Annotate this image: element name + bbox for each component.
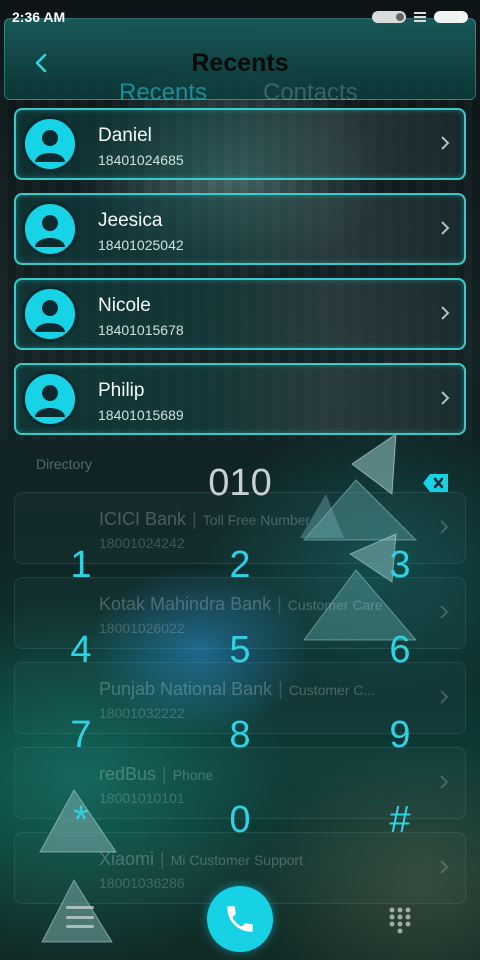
backspace-button[interactable] [422, 472, 450, 494]
contact-name: Philip [98, 380, 145, 401]
key-star[interactable]: * [41, 785, 121, 855]
avatar [22, 286, 78, 342]
person-icon [35, 215, 65, 247]
directory-subtitle: Toll Free Number [202, 512, 311, 528]
key-9[interactable]: 9 [360, 700, 440, 770]
separator: | [160, 849, 165, 869]
contact-name: Nicole [98, 295, 151, 316]
contact-name: Jeesica [98, 210, 163, 231]
directory-name: ICICI Bank | Toll Free Number [99, 509, 310, 530]
key-hash[interactable]: # [360, 785, 440, 855]
avatar [22, 201, 78, 257]
avatar [22, 371, 78, 427]
menu-icon [66, 906, 94, 909]
key-5[interactable]: 5 [200, 615, 280, 685]
separator: | [162, 764, 167, 784]
tab-contacts[interactable]: Contacts [263, 79, 358, 107]
key-4[interactable]: 4 [41, 615, 121, 685]
menu-button[interactable] [66, 906, 94, 928]
call-button[interactable] [207, 886, 273, 952]
battery-icon [434, 11, 468, 23]
toggle-status-icon [372, 11, 406, 23]
chevron-right-icon [441, 221, 450, 235]
contact-name: Daniel [98, 125, 152, 146]
tab-recents[interactable]: Recents [119, 79, 207, 107]
key-3[interactable]: 3 [360, 530, 440, 600]
chevron-right-icon [440, 775, 449, 789]
key-1[interactable]: 1 [41, 530, 121, 600]
backspace-icon [423, 474, 448, 492]
chevron-right-icon [440, 690, 449, 704]
phone-icon [227, 906, 253, 932]
chevron-right-icon [440, 520, 449, 534]
contact-number: 18401015678 [98, 322, 184, 338]
key-6[interactable]: 6 [360, 615, 440, 685]
key-7[interactable]: 7 [41, 700, 121, 770]
status-icons [372, 11, 468, 23]
person-icon [35, 300, 65, 332]
chevron-right-icon [441, 136, 450, 150]
menu-icon [66, 915, 94, 919]
contact-row[interactable]: Jeesica 18401025042 [14, 193, 466, 265]
key-8[interactable]: 8 [200, 700, 280, 770]
status-bar: 2:36 AM [0, 0, 480, 34]
dial-input-display[interactable]: 010 [0, 462, 480, 505]
contact-number: 18401024685 [98, 152, 184, 168]
person-icon [35, 130, 65, 162]
recent-contacts-list: Daniel 18401024685 Jeesica 18401025042 N… [14, 108, 466, 448]
separator: | [192, 509, 197, 529]
chevron-right-icon [440, 605, 449, 619]
chevron-right-icon [441, 306, 450, 320]
contact-row[interactable]: Daniel 18401024685 [14, 108, 466, 180]
avatar [22, 116, 78, 172]
chevron-right-icon [441, 391, 450, 405]
directory-title: ICICI Bank [99, 509, 187, 529]
page-title: Recents [191, 49, 289, 77]
dialpad-icon [389, 907, 411, 934]
key-2[interactable]: 2 [200, 530, 280, 600]
contact-row[interactable]: Nicole 18401015678 [14, 278, 466, 350]
bottom-bar [0, 870, 480, 960]
status-time: 2:36 AM [12, 9, 66, 25]
contact-row[interactable]: Philip 18401015689 [14, 363, 466, 435]
person-icon [35, 385, 65, 417]
notification-lines-icon [414, 12, 426, 22]
menu-icon [66, 925, 94, 928]
contact-number: 18401025042 [98, 237, 184, 253]
contact-number: 18401015689 [98, 407, 184, 423]
dialpad-button[interactable] [388, 906, 412, 934]
key-0[interactable]: 0 [200, 785, 280, 855]
